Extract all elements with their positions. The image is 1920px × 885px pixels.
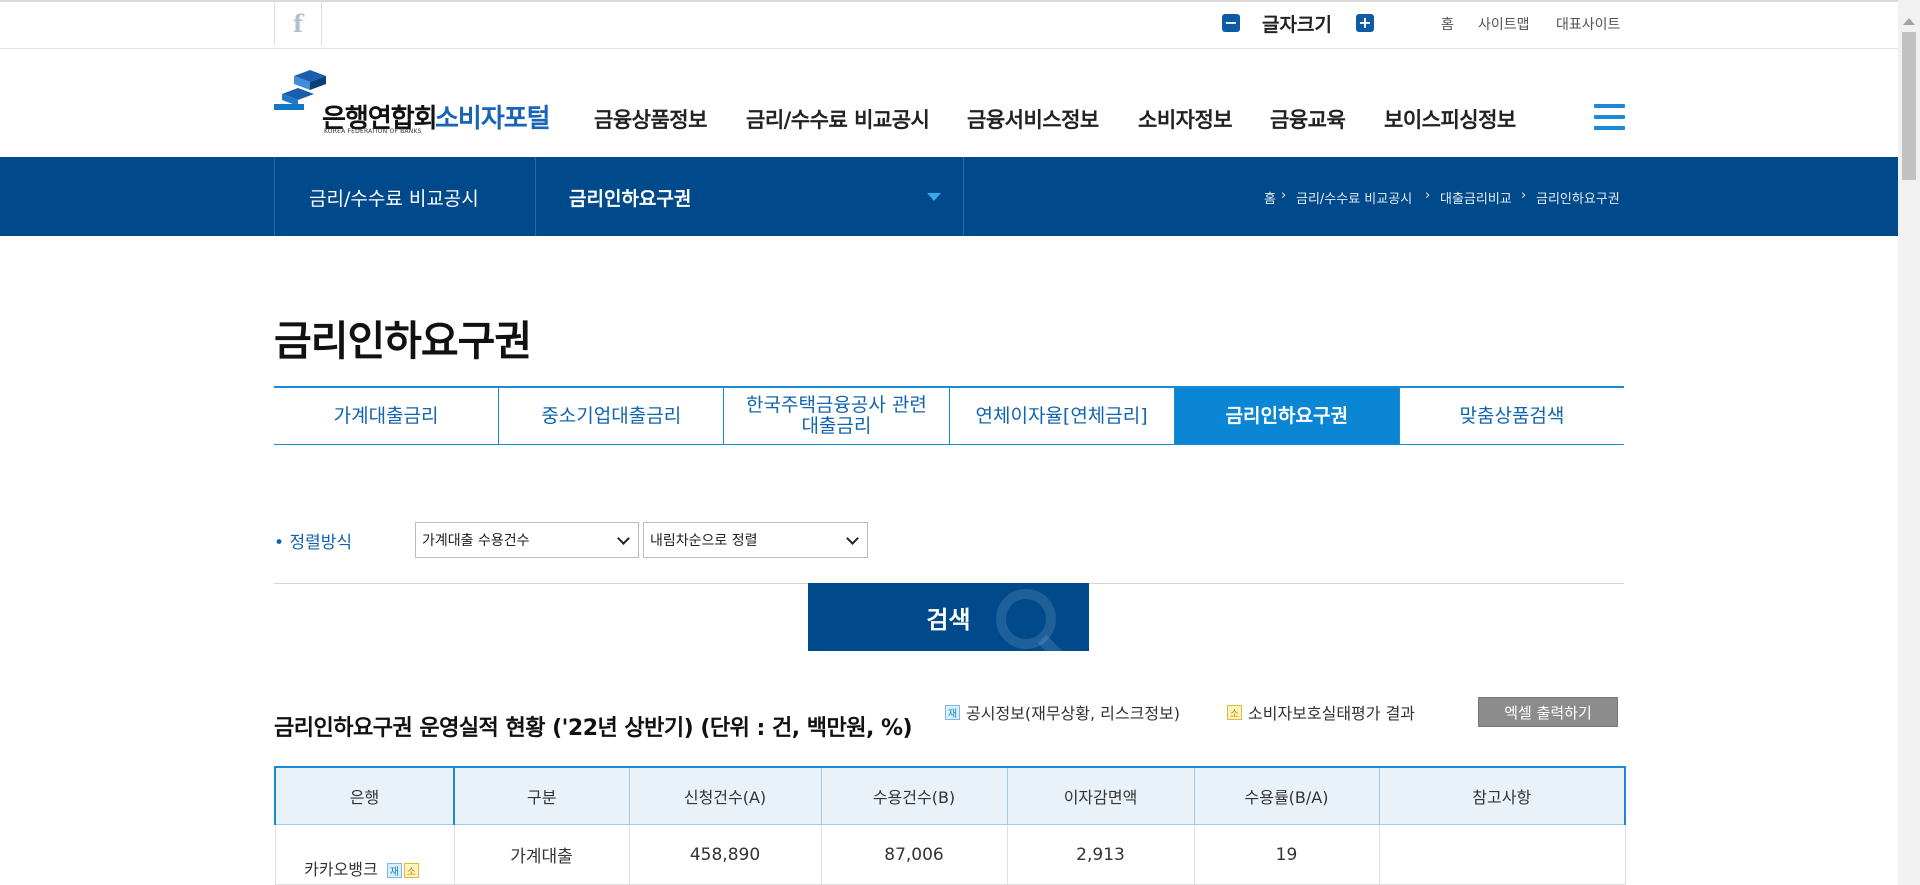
nav-financial-products[interactable]: 금융상품정보 bbox=[594, 104, 707, 134]
col-header-accepted: 수용건수(B) bbox=[821, 766, 1008, 825]
accepted-cell: 87,006 bbox=[821, 824, 1008, 885]
legend-consumer-text: 소비자보호실태평가 결과 bbox=[1248, 704, 1416, 723]
subnav-current-dropdown[interactable]: 금리인하요구권 bbox=[569, 184, 691, 211]
search-icon-handle bbox=[1037, 634, 1067, 651]
subnav-divider bbox=[274, 157, 275, 236]
breadcrumb-home[interactable]: 홈 bbox=[1264, 188, 1276, 207]
nav-rate-fee-comparison[interactable]: 금리/수수료 비교공시 bbox=[746, 104, 930, 134]
chevron-down-icon bbox=[617, 532, 630, 545]
font-decrease-button[interactable]: − bbox=[1222, 14, 1240, 32]
font-size-label: 글자크기 bbox=[1262, 14, 1332, 36]
tab-overdue-rate[interactable]: 연체이자율[연체금리] bbox=[948, 388, 1174, 444]
rate-cut-table: 은행 구분 신청건수(A) 수용건수(B) 이자감면액 수용률(B/A) 참고사… bbox=[274, 766, 1626, 885]
sort-order-value: 내림차순으로 정렬 bbox=[650, 533, 758, 549]
nav-financial-education[interactable]: 금융교육 bbox=[1270, 104, 1346, 134]
subnav-section[interactable]: 금리/수수료 비교공시 bbox=[309, 184, 479, 211]
sitemap-link[interactable]: 사이트맵 bbox=[1478, 14, 1530, 34]
tab-rate-cut-request[interactable]: 금리인하요구권 bbox=[1173, 388, 1399, 444]
tab-bar: 가계대출금리 중소기업대출금리 한국주택금융공사 관련 대출금리 연체이자율[연… bbox=[274, 386, 1624, 445]
disclosure-badge-icon[interactable]: 재 bbox=[386, 863, 402, 878]
subnav-divider bbox=[535, 157, 536, 236]
reduction-cell: 2,913 bbox=[1007, 824, 1195, 885]
subnav-divider bbox=[963, 157, 964, 236]
breadcrumb-separator-icon: › bbox=[1521, 188, 1527, 203]
rate-cell: 19 bbox=[1194, 824, 1380, 885]
type-cell: 가계대출 bbox=[454, 824, 630, 885]
excel-export-button[interactable]: 엑셀 출력하기 bbox=[1478, 697, 1618, 727]
tab-sme-loan-rate[interactable]: 중소기업대출금리 bbox=[498, 388, 723, 444]
font-increase-button[interactable]: + bbox=[1356, 14, 1374, 32]
breadcrumb-item[interactable]: 금리/수수료 비교공시 bbox=[1296, 188, 1412, 207]
legend-disclosure: 재 공시정보(재무상황, 리스크정보) bbox=[945, 700, 1180, 724]
search-button[interactable]: 검색 bbox=[808, 583, 1089, 651]
table-header-row: 은행 구분 신청건수(A) 수용건수(B) 이자감면액 수용률(B/A) 참고사… bbox=[274, 766, 1626, 825]
legend-consumer: 소 소비자보호실태평가 결과 bbox=[1227, 700, 1415, 724]
consumer-badge-icon[interactable]: 소 bbox=[403, 863, 419, 878]
scrollbar-thumb[interactable] bbox=[1902, 32, 1916, 180]
tab-custom-product-search[interactable]: 맞춤상품검색 bbox=[1398, 388, 1624, 444]
facebook-icon[interactable]: f bbox=[274, 0, 322, 46]
col-header-note: 참고사항 bbox=[1379, 766, 1626, 825]
col-header-reduction: 이자감면액 bbox=[1007, 766, 1195, 825]
col-header-rate: 수용률(B/A) bbox=[1194, 766, 1380, 825]
page-title: 금리인하요구권 bbox=[274, 317, 532, 365]
scroll-up-arrow-icon[interactable] bbox=[1903, 18, 1915, 25]
applications-cell: 458,890 bbox=[629, 824, 822, 885]
col-header-applications: 신청건수(A) bbox=[629, 766, 822, 825]
col-header-type: 구분 bbox=[454, 766, 630, 825]
consumer-badge-icon: 소 bbox=[1227, 704, 1242, 720]
sort-order-select[interactable]: 내림차순으로 정렬 bbox=[643, 522, 868, 558]
breadcrumb-separator-icon: › bbox=[1425, 188, 1431, 203]
breadcrumb-item[interactable]: 대출금리비교 bbox=[1440, 188, 1512, 207]
note-cell bbox=[1379, 824, 1626, 885]
breadcrumb-current: 금리인하요구권 bbox=[1536, 192, 1620, 207]
bank-cell[interactable]: 카카오뱅크 재소 bbox=[274, 824, 455, 885]
tab-household-loan-rate[interactable]: 가계대출금리 bbox=[274, 388, 498, 444]
sort-label-text: 정렬방식 bbox=[289, 533, 352, 553]
chevron-down-icon bbox=[846, 532, 859, 545]
menu-icon[interactable] bbox=[1594, 104, 1625, 132]
nav-voice-phishing[interactable]: 보이스피싱정보 bbox=[1384, 104, 1516, 134]
main-site-link[interactable]: 대표사이트 bbox=[1556, 14, 1620, 34]
sort-field-select[interactable]: 가계대출 수용건수 bbox=[415, 522, 639, 558]
logo-subtext: KOREA FEDERATION OF BANKS bbox=[324, 128, 422, 135]
tab-hf-loan-rate[interactable]: 한국주택금융공사 관련 대출금리 bbox=[723, 388, 948, 444]
nav-financial-services[interactable]: 금융서비스정보 bbox=[967, 104, 1099, 134]
sort-field-value: 가계대출 수용건수 bbox=[422, 533, 530, 549]
legend-disclosure-text: 공시정보(재무상황, 리스크정보) bbox=[966, 704, 1181, 723]
breadcrumb-separator-icon: › bbox=[1281, 188, 1287, 203]
dropdown-caret-icon[interactable] bbox=[927, 193, 941, 201]
logo-portal-text[interactable]: 소비자포털 bbox=[435, 98, 551, 135]
col-header-bank: 은행 bbox=[274, 766, 455, 825]
home-link[interactable]: 홈 bbox=[1441, 14, 1454, 34]
disclosure-badge-icon: 재 bbox=[945, 704, 960, 720]
bank-name[interactable]: 카카오뱅크 bbox=[304, 860, 378, 879]
table-row: 카카오뱅크 재소 가계대출 458,890 87,006 2,913 19 bbox=[274, 824, 1626, 885]
section-title: 금리인하요구권 운영실적 현황 ('22년 상반기) (단위 : 건, 백만원,… bbox=[274, 716, 913, 741]
sort-label: • 정렬방식 bbox=[274, 533, 352, 553]
search-button-label: 검색 bbox=[926, 605, 971, 634]
nav-consumer-info[interactable]: 소비자정보 bbox=[1138, 104, 1233, 134]
